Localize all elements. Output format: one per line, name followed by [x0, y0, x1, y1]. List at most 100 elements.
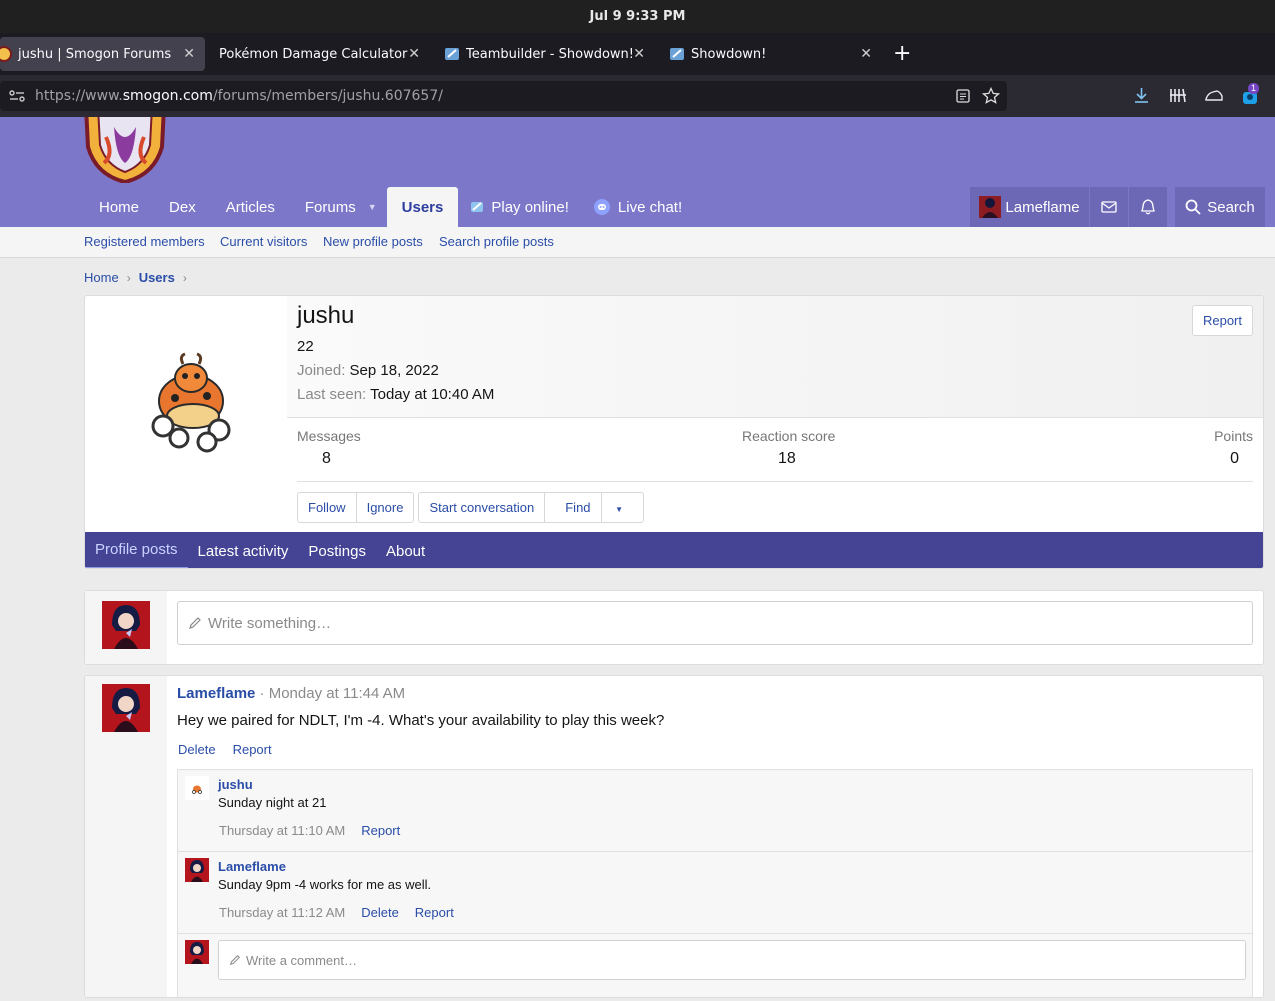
breadcrumb-users[interactable]: Users: [139, 270, 175, 285]
url-domain: smogon.com: [122, 88, 213, 104]
stat-reaction-label: Reaction score: [742, 428, 836, 444]
caret-down-icon: ▼: [615, 505, 624, 514]
nav-users[interactable]: Users: [386, 187, 459, 227]
comment-report-link[interactable]: Report: [415, 905, 454, 920]
comment-text: Sunday night at 21: [218, 795, 327, 810]
stat-messages-value[interactable]: 8: [322, 450, 331, 468]
tab-latest-activity[interactable]: Latest activity: [188, 532, 299, 568]
browser-tab-label: Teambuilder - Showdown!: [466, 46, 634, 62]
stat-messages-label: Messages: [297, 428, 361, 444]
tab-postings[interactable]: Postings: [298, 532, 376, 568]
stat-points-value[interactable]: 0: [1230, 450, 1239, 468]
comment-report-link[interactable]: Report: [361, 823, 400, 838]
breadcrumb-home[interactable]: Home: [84, 270, 119, 285]
subnav-registered-members[interactable]: Registered members: [84, 234, 205, 249]
tab-profile-posts[interactable]: Profile posts: [85, 532, 188, 568]
browser-tab-damage-calc[interactable]: Pokémon Damage Calculator ✕: [219, 37, 432, 71]
comment-time[interactable]: Thursday at 11:10 AM: [219, 823, 345, 838]
lameflame-avatar-image: [185, 940, 209, 964]
close-icon[interactable]: ✕: [633, 46, 645, 62]
subnav-search-profile-posts[interactable]: Search profile posts: [439, 234, 554, 249]
alerts-button[interactable]: [1129, 187, 1167, 227]
reader-view-icon[interactable]: [956, 89, 970, 103]
last-seen-value: Today at 10:40 AM: [370, 386, 495, 403]
chevron-right-icon: ›: [182, 270, 187, 285]
nav-live-chat[interactable]: Live chat!: [584, 187, 697, 227]
comment-time[interactable]: Thursday at 11:12 AM: [219, 905, 345, 920]
bookmark-star-icon[interactable]: [982, 87, 1000, 105]
nav-play-online[interactable]: Play online!: [458, 187, 584, 227]
post-actions: Delete Report: [178, 742, 272, 757]
ignore-button[interactable]: Ignore: [357, 493, 414, 522]
profile-avatar[interactable]: [95, 306, 287, 498]
post-author-avatar[interactable]: [102, 684, 150, 732]
close-icon[interactable]: ✕: [408, 46, 420, 62]
find-menu-button[interactable]: Find ▼: [545, 493, 643, 522]
forum-nav: Home Dex Articles Forums ▼ Users Play on…: [84, 187, 697, 227]
subnav-current-visitors[interactable]: Current visitors: [220, 234, 307, 249]
post-delete-link[interactable]: Delete: [178, 742, 216, 757]
post-report-link[interactable]: Report: [233, 742, 272, 757]
stat-points-label: Points: [1214, 428, 1253, 444]
close-icon[interactable]: ✕: [860, 46, 872, 62]
downloads-icon[interactable]: [1133, 87, 1150, 104]
comment-author[interactable]: jushu: [218, 777, 253, 792]
nav-forums[interactable]: Forums ▼: [290, 187, 381, 227]
browser-tab-label: jushu | Smogon Forums: [18, 46, 172, 62]
post-author-name[interactable]: Lameflame: [177, 685, 255, 702]
smogon-logo-icon: [84, 117, 166, 183]
last-seen-label: Last seen:: [297, 386, 367, 403]
extension-badge-button[interactable]: 1: [1241, 83, 1261, 107]
browser-tab-label: Pokémon Damage Calculator: [219, 46, 408, 62]
comment-list: jushu Sunday night at 21 Thursday at 11:…: [177, 769, 1253, 997]
inbox-button[interactable]: [1090, 187, 1128, 227]
comment-author[interactable]: Lameflame: [218, 859, 286, 874]
browser-tab-label: Showdown!: [691, 46, 767, 62]
search-icon: [1185, 199, 1201, 215]
write-something-input[interactable]: Write something…: [177, 601, 1253, 645]
comment-avatar-jushu[interactable]: [185, 776, 209, 800]
browser-tab-showdown[interactable]: Showdown! ✕: [669, 37, 882, 71]
new-tab-button[interactable]: +: [893, 41, 911, 67]
nav-articles[interactable]: Articles: [211, 187, 290, 227]
nav-dex[interactable]: Dex: [154, 187, 211, 227]
showdown-favicon-icon: [445, 48, 459, 60]
profile-joined: Joined: Sep 18, 2022: [297, 362, 439, 379]
chevron-right-icon: ›: [126, 270, 131, 285]
comment-composer: Write a comment…: [178, 934, 1252, 997]
tab-about[interactable]: About: [376, 532, 435, 568]
comment-delete-link[interactable]: Delete: [361, 905, 399, 920]
comment-meta: Thursday at 11:12 AM Delete Report: [219, 905, 454, 920]
stat-reaction-value[interactable]: 18: [778, 450, 796, 468]
post-timestamp[interactable]: · Monday at 11:44 AM: [260, 685, 406, 702]
library-icon[interactable]: [1169, 87, 1187, 104]
comment-avatar-lameflame[interactable]: [185, 858, 209, 882]
browser-tab-smogon[interactable]: jushu | Smogon Forums ✕: [0, 37, 205, 71]
subnav-new-profile-posts[interactable]: New profile posts: [323, 234, 423, 249]
smogon-favicon-icon: [0, 46, 12, 62]
composer-avatar[interactable]: [185, 940, 209, 964]
url-text[interactable]: https://www.smogon.com/forums/members/ju…: [35, 88, 443, 104]
follow-button[interactable]: Follow: [298, 493, 357, 522]
smogon-logo[interactable]: [84, 117, 166, 183]
search-button[interactable]: Search: [1175, 187, 1265, 227]
url-prefix: https://www.: [35, 88, 123, 104]
profile-tabs: Profile posts Latest activity Postings A…: [85, 532, 1263, 568]
write-comment-input[interactable]: Write a comment…: [218, 940, 1246, 980]
extension-shoe-icon[interactable]: [1205, 87, 1223, 104]
url-bar[interactable]: https://www.smogon.com/forums/members/ju…: [0, 81, 1007, 111]
nav-home[interactable]: Home: [84, 187, 154, 227]
start-conversation-button[interactable]: Start conversation: [419, 493, 546, 522]
writer-avatar[interactable]: [102, 601, 150, 649]
profile-last-seen: Last seen: Today at 10:40 AM: [297, 386, 494, 403]
caret-down-icon[interactable]: ▼: [368, 202, 377, 212]
browser-tab-teambuilder[interactable]: Teambuilder - Showdown! ✕: [444, 37, 657, 71]
close-icon[interactable]: ✕: [183, 46, 195, 62]
extension-count-badge: 1: [1248, 83, 1260, 94]
post-body: Hey we paired for NDLT, I'm -4. What's y…: [177, 712, 665, 729]
lameflame-avatar-image: [102, 601, 150, 649]
report-profile-button[interactable]: Report: [1191, 305, 1253, 336]
account-menu[interactable]: Lameflame: [970, 187, 1089, 227]
site-info-icon[interactable]: [9, 89, 25, 103]
new-profile-post: Write something…: [84, 590, 1264, 665]
